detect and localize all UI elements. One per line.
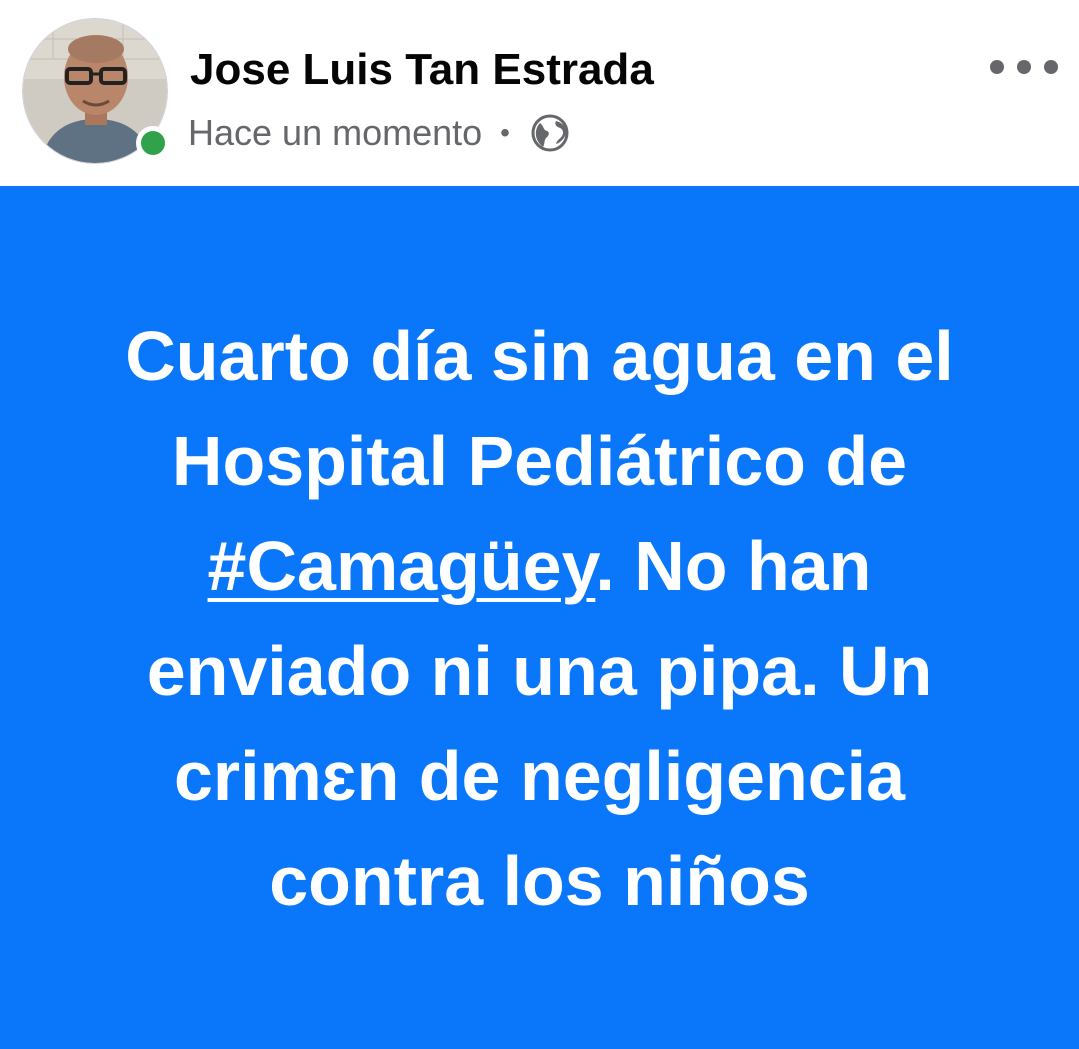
online-status-indicator [136, 126, 170, 160]
post-timestamp[interactable]: Hace un momento [188, 112, 482, 154]
globe-icon[interactable] [530, 113, 570, 153]
post-text: Cuarto día sin agua en el Hospital Pediá… [40, 304, 1039, 934]
post-text-line: Cuarto día sin agua en el [125, 317, 954, 395]
post-header: Jose Luis Tan Estrada Hace un momento • [0, 0, 1079, 186]
hashtag-link[interactable]: #Camagüey [208, 527, 596, 605]
post-text-line: Hospital Pediátrico de [171, 422, 908, 500]
facebook-post: Jose Luis Tan Estrada Hace un momento • … [0, 0, 1079, 1049]
meta-separator: • [500, 117, 510, 148]
post-text-line: #Camagüey. No han [40, 514, 1039, 619]
post-text-line: enviado ni una pipa. Un [146, 632, 933, 710]
more-options-icon [990, 60, 1004, 74]
more-options-icon-dot [1017, 60, 1031, 74]
post-meta: Hace un momento • [188, 110, 570, 156]
more-options-icon-dot [1044, 60, 1058, 74]
author-avatar[interactable] [22, 18, 170, 164]
more-options-button[interactable] [990, 52, 1058, 82]
post-text-fragment: . No han [595, 527, 872, 605]
post-text-line: crimɛn de negligencia [173, 737, 906, 815]
post-text-line: contra los niños [269, 842, 810, 920]
post-background: Cuarto día sin agua en el Hospital Pediá… [0, 186, 1079, 1049]
author-name[interactable]: Jose Luis Tan Estrada [190, 42, 654, 98]
